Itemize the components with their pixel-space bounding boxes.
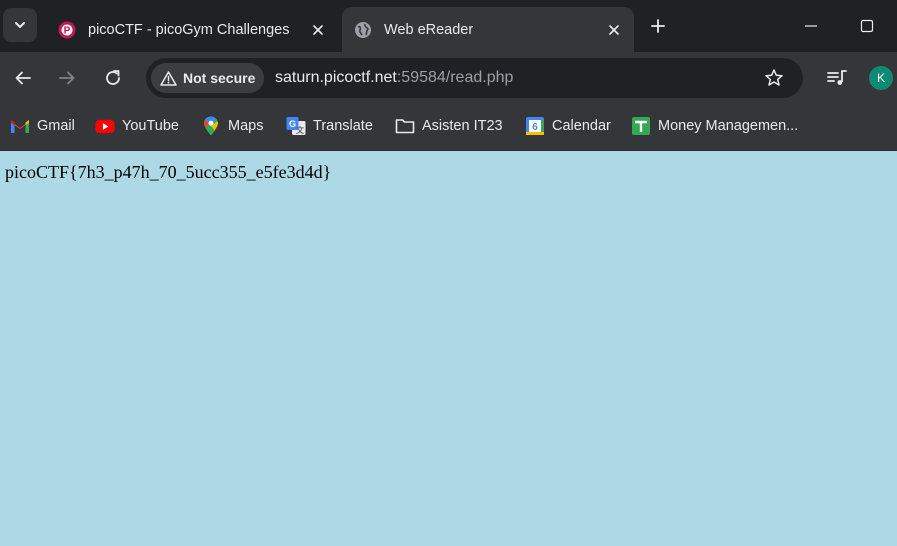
minimize-icon — [805, 25, 817, 27]
calendar-icon: 6 — [525, 116, 545, 136]
bookmark-youtube[interactable]: YouTube — [95, 115, 179, 137]
forward-button[interactable] — [55, 66, 79, 90]
bookmark-calendar[interactable]: 6 Calendar — [525, 115, 611, 137]
tab-search-button[interactable] — [3, 8, 37, 42]
browser-toolbar: Not secure saturn.picoctf.net:59584/read… — [0, 52, 897, 104]
bookmark-maps[interactable]: Maps — [201, 115, 263, 137]
picoctf-icon: P — [58, 21, 76, 39]
chevron-down-icon — [15, 22, 25, 28]
reload-icon — [106, 70, 120, 85]
tab-title: Web eReader — [384, 21, 474, 38]
tab-strip: P picoCTF - picoGym Challenges Web eRead… — [0, 0, 897, 52]
sheets-icon — [631, 116, 651, 136]
bookmark-label: Translate — [313, 118, 373, 134]
bookmark-gmail[interactable]: Gmail — [10, 115, 75, 137]
bookmark-label: YouTube — [122, 118, 179, 134]
back-button[interactable] — [11, 66, 35, 90]
svg-text:文: 文 — [296, 125, 305, 135]
media-controls-button[interactable] — [825, 66, 849, 90]
youtube-icon — [95, 116, 115, 136]
svg-text:G: G — [289, 119, 296, 129]
flag-text: picoCTF{7h3_p47h_70_5ucc355_e5fe3d4d} — [5, 162, 332, 182]
plus-icon — [651, 19, 665, 33]
arrow-left-icon — [15, 71, 31, 85]
queue-music-icon — [827, 70, 847, 85]
bookmark-folder-asisten-it23[interactable]: Asisten IT23 — [395, 115, 503, 137]
maximize-icon — [860, 19, 874, 33]
bookmarks-bar: Gmail YouTube Maps G 文 Translate Asisten… — [0, 104, 897, 151]
bookmark-label: Asisten IT23 — [422, 118, 503, 134]
close-tab-icon[interactable] — [604, 20, 624, 40]
bookmark-label: Money Managemen... — [658, 118, 799, 134]
tab-picogym[interactable]: P picoCTF - picoGym Challenges — [46, 7, 338, 52]
bookmark-label: Gmail — [37, 118, 75, 134]
profile-avatar[interactable]: K — [869, 66, 893, 90]
maximize-button[interactable] — [855, 14, 879, 38]
maps-icon — [201, 116, 221, 136]
site-security-chip[interactable]: Not secure — [151, 63, 265, 93]
url-text[interactable]: saturn.picoctf.net:59584/read.php — [275, 69, 513, 87]
bookmark-money-management[interactable]: Money Managemen... — [631, 115, 798, 137]
svg-text:6: 6 — [532, 122, 538, 133]
url-host: saturn.picoctf.net — [275, 69, 397, 86]
globe-icon — [354, 21, 372, 39]
warning-icon — [160, 70, 177, 86]
bookmark-label: Calendar — [552, 118, 611, 134]
page-viewport: picoCTF{7h3_p47h_70_5ucc355_e5fe3d4d} — [0, 151, 897, 546]
arrow-right-icon — [59, 71, 75, 85]
svg-text:P: P — [64, 25, 71, 36]
gmail-icon — [10, 116, 30, 136]
star-icon — [765, 69, 783, 86]
address-bar[interactable]: Not secure saturn.picoctf.net:59584/read… — [146, 58, 803, 98]
translate-icon: G 文 — [286, 116, 306, 136]
minimize-button[interactable] — [799, 14, 823, 38]
folder-icon — [395, 116, 415, 136]
bookmark-star-button[interactable] — [762, 66, 786, 90]
bookmark-label: Maps — [228, 118, 264, 134]
close-tab-icon[interactable] — [308, 20, 328, 40]
bookmark-translate[interactable]: G 文 Translate — [286, 115, 373, 137]
not-secure-label: Not secure — [183, 70, 256, 86]
reload-button[interactable] — [101, 66, 125, 90]
new-tab-button[interactable] — [645, 13, 671, 39]
tab-title: picoCTF - picoGym Challenges — [88, 21, 290, 38]
url-path: :59584/read.php — [396, 69, 514, 86]
tab-web-ereader[interactable]: Web eReader — [342, 7, 634, 52]
